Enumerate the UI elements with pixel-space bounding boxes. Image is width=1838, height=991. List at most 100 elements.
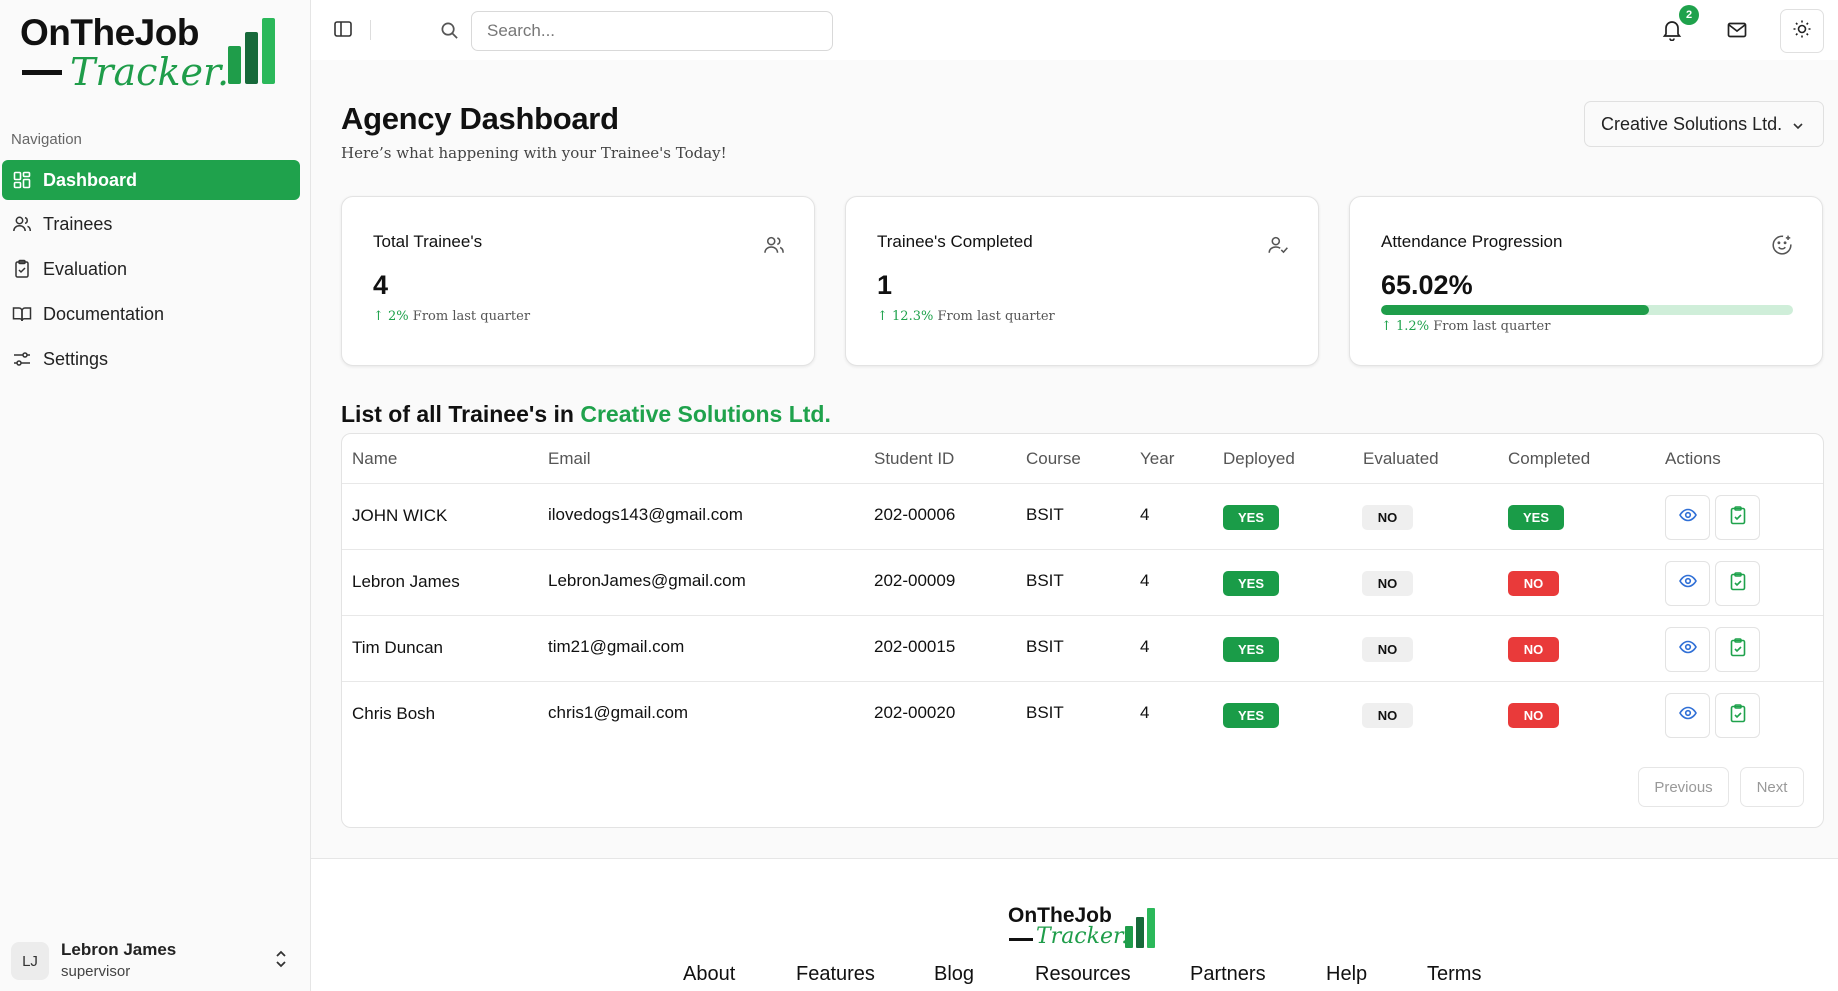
stat-card-attendance: Attendance Progression 65.02% ↑ 1.2% Fro… [1349, 196, 1823, 366]
eye-icon [1678, 508, 1697, 527]
cell-email: LebronJames@gmail.com [548, 571, 746, 590]
view-button[interactable] [1665, 561, 1710, 606]
eye-icon [1678, 640, 1697, 659]
users-icon [12, 214, 32, 234]
view-button[interactable] [1665, 627, 1710, 672]
footer-link-blog[interactable]: Blog [934, 963, 974, 986]
cell-name: Chris Bosh [352, 704, 436, 723]
user-menu[interactable]: LJ Lebron James supervisor [11, 940, 301, 982]
sidebar-toggle-icon[interactable] [333, 19, 355, 41]
footer-link-resources[interactable]: Resources [1035, 963, 1131, 986]
theme-toggle-button[interactable] [1780, 9, 1824, 53]
chevrons-up-down-icon [274, 948, 288, 973]
sidebar-item-dashboard[interactable]: Dashboard [2, 160, 300, 200]
avatar: LJ [11, 942, 49, 980]
stat-card-title: Total Trainee's [373, 232, 483, 251]
page-subtitle: Here’s what happening with your Trainee'… [341, 144, 727, 162]
sun-icon [1792, 19, 1812, 44]
nav-heading: Navigation [11, 131, 82, 148]
evaluate-button[interactable] [1715, 561, 1760, 606]
view-button[interactable] [1665, 495, 1710, 540]
status-badge-completed: YES [1508, 505, 1564, 530]
column-header-name: Name [352, 449, 398, 468]
next-page-button[interactable]: Next [1740, 767, 1804, 807]
cell-name: Lebron James [352, 572, 460, 591]
clipboard-check-icon [1730, 703, 1746, 728]
footer-link-help[interactable]: Help [1326, 963, 1367, 986]
view-button[interactable] [1665, 693, 1710, 738]
cell-course: BSIT [1026, 571, 1064, 590]
cell-student-id: 202-00006 [874, 505, 956, 524]
brand-line2: Tracker. [1036, 924, 1129, 949]
topbar: 2 [311, 0, 1838, 60]
status-badge-completed: NO [1508, 637, 1559, 662]
stat-card-value: 4 [373, 270, 389, 300]
cell-course: BSIT [1026, 505, 1064, 524]
notification-count-badge: 2 [1679, 5, 1699, 25]
status-badge-deployed: YES [1223, 571, 1279, 596]
column-header-actions: Actions [1665, 449, 1721, 468]
trainee-table: Name Email Student ID Course Year Deploy… [341, 433, 1824, 828]
status-badge-evaluated: NO [1362, 505, 1413, 530]
stat-card-value: 1 [877, 270, 893, 300]
status-badge-completed: NO [1508, 703, 1559, 728]
brand-dash [1009, 938, 1033, 941]
table-row: Lebron James LebronJames@gmail.com 202-0… [342, 549, 1823, 615]
status-badge-deployed: YES [1223, 703, 1279, 728]
brand-logo[interactable]: OnTheJob Tracker. [20, 12, 280, 94]
sidebar-item-settings[interactable]: Settings [2, 339, 300, 379]
evaluate-button[interactable] [1715, 693, 1760, 738]
brand-line2: Tracker. [70, 50, 230, 94]
cell-name: Tim Duncan [352, 638, 444, 657]
column-header-completed: Completed [1508, 449, 1591, 468]
column-header-year: Year [1140, 449, 1175, 468]
user-role: supervisor [61, 963, 131, 980]
table-row: Tim Duncan tim21@gmail.com 202-00015 BSI… [342, 615, 1823, 681]
evaluate-button[interactable] [1715, 495, 1760, 540]
users-icon [763, 234, 785, 256]
stat-card-delta: ↑ 2% From last quarter [373, 309, 531, 324]
cell-email: chris1@gmail.com [548, 703, 689, 722]
company-select[interactable]: Creative Solutions Ltd. [1584, 101, 1824, 147]
column-header-student-id: Student ID [874, 449, 955, 468]
stat-card-total-trainees: Total Trainee's 4 ↑ 2% From last quarter [341, 196, 815, 366]
app-root: OnTheJob Tracker. Navigation Dashboard T… [0, 0, 1838, 991]
sidebar-item-trainees[interactable]: Trainees [2, 204, 300, 244]
search-input[interactable] [471, 11, 833, 51]
attendance-progress-fill [1381, 305, 1649, 315]
sidebar-item-label: Trainees [43, 213, 113, 234]
footer-logo[interactable]: OnTheJob Tracker. [1008, 904, 1168, 954]
mail-icon[interactable] [1724, 17, 1750, 43]
eye-icon [1678, 574, 1697, 593]
company-select-value: Creative Solutions Ltd. [1601, 113, 1783, 134]
footer-link-partners[interactable]: Partners [1190, 963, 1266, 986]
cell-student-id: 202-00009 [874, 571, 956, 590]
cell-name: JOHN WICK [352, 506, 448, 525]
sidebar-item-documentation[interactable]: Documentation [2, 294, 300, 334]
footer-link-about[interactable]: About [683, 963, 735, 986]
evaluate-button[interactable] [1715, 627, 1760, 672]
previous-page-button[interactable]: Previous [1638, 767, 1729, 807]
status-badge-completed: NO [1508, 571, 1559, 596]
status-badge-evaluated: NO [1362, 637, 1413, 662]
footer: OnTheJob Tracker. About Features Blog Re… [311, 858, 1838, 991]
cell-year: 4 [1140, 505, 1150, 524]
sidebar-item-evaluation[interactable]: Evaluation [2, 249, 300, 289]
stat-card-value: 65.02% [1381, 270, 1473, 300]
sidebar-item-label: Evaluation [43, 258, 128, 279]
clipboard-icon [12, 259, 32, 279]
bar-chart-logo-icon [1125, 908, 1157, 948]
smile-plus-icon [1771, 234, 1793, 256]
clipboard-check-icon [1730, 571, 1746, 596]
status-badge-evaluated: NO [1362, 571, 1413, 596]
search-icon [440, 21, 460, 41]
footer-link-features[interactable]: Features [796, 963, 875, 986]
cell-student-id: 202-00020 [874, 703, 956, 722]
chevron-down-icon [1791, 117, 1805, 138]
cell-email: ilovedogs143@gmail.com [548, 505, 743, 524]
trainee-list-title: List of all Trainee's in Creative Soluti… [341, 401, 831, 427]
clipboard-check-icon [1730, 505, 1746, 530]
status-badge-deployed: YES [1223, 505, 1279, 530]
stat-card-completed: Trainee's Completed 1 ↑ 12.3% From last … [845, 196, 1319, 366]
footer-link-terms[interactable]: Terms [1427, 963, 1481, 986]
